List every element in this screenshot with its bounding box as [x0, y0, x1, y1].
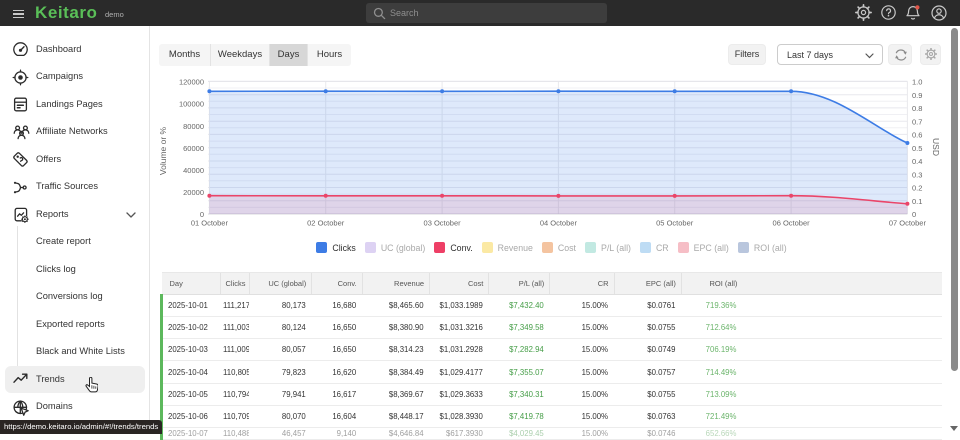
svg-text:0.1: 0.1	[912, 197, 922, 206]
svg-text:Volume or %: Volume or %	[158, 126, 168, 175]
svg-text:0.9: 0.9	[912, 91, 922, 100]
svg-text:0.3: 0.3	[912, 170, 922, 179]
svg-text:0.6: 0.6	[912, 131, 922, 140]
svg-text:80000: 80000	[183, 122, 204, 131]
svg-text:120000: 120000	[179, 78, 204, 87]
svg-text:0.7: 0.7	[912, 117, 922, 126]
svg-text:0.5: 0.5	[912, 144, 922, 153]
svg-text:0.8: 0.8	[912, 104, 922, 113]
svg-text:02 October: 02 October	[307, 219, 345, 228]
svg-text:USD: USD	[931, 138, 941, 156]
svg-text:100000: 100000	[179, 100, 204, 109]
svg-text:04 October: 04 October	[540, 219, 578, 228]
svg-text:05 October: 05 October	[656, 219, 694, 228]
svg-text:07 October: 07 October	[889, 219, 927, 228]
svg-text:1.0: 1.0	[912, 78, 922, 87]
svg-text:03 October: 03 October	[424, 219, 462, 228]
svg-text:06 October: 06 October	[773, 219, 811, 228]
svg-text:40000: 40000	[183, 166, 204, 175]
svg-text:0.4: 0.4	[912, 157, 922, 166]
svg-text:60000: 60000	[183, 144, 204, 153]
svg-text:20000: 20000	[183, 188, 204, 197]
svg-text:0.2: 0.2	[912, 184, 922, 193]
svg-text:01 October: 01 October	[191, 219, 229, 228]
